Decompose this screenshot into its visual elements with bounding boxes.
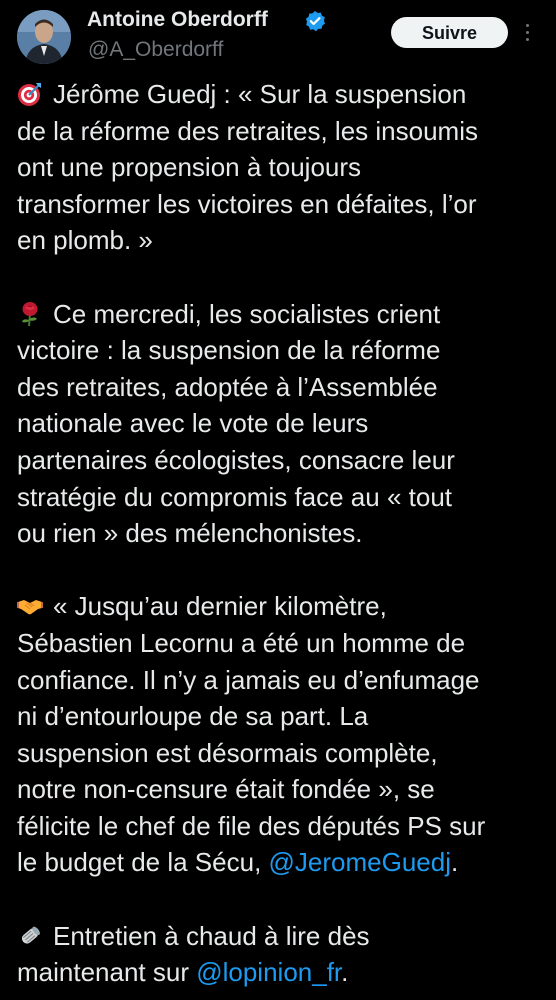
tweet-text-line: « Jusqu’au dernier kilomètre, <box>53 591 387 622</box>
tweet-text-line: suspension est désormais complète, <box>17 737 438 768</box>
tweet-text-line: Jérôme Guedj : « Sur la suspension <box>53 79 467 109</box>
tweet-line: Ce mercredi, les socialistes crient <box>17 296 547 333</box>
tweet-text-line: notre non-censure était fondée », se <box>17 774 435 805</box>
tweet-text-line: des retraites, adoptée à l’Assemblée <box>17 371 438 402</box>
mention-link-lopinion[interactable]: @lopinion_fr <box>196 957 341 987</box>
tweet-text-line: partenaires écologistes, consacre leur <box>17 444 455 475</box>
tweet-text-line: de la réforme des retraites, les insoumi… <box>17 115 478 146</box>
tweet-line: « Jusqu’au dernier kilomètre, <box>17 588 547 625</box>
tweet-text-fragment: maintenant sur <box>17 957 197 988</box>
tweet-text-line: transformer les victoires en défaites, l… <box>17 188 477 219</box>
author-name[interactable]: Antoine Oberdorff <box>87 8 268 32</box>
tweet-text: Jérôme Guedj : « Sur la suspension de la… <box>17 76 547 991</box>
author-avatar[interactable] <box>17 10 71 64</box>
tweet-text-line: stratégie du compromis face au « tout <box>17 481 453 512</box>
handshake-emoji <box>17 593 43 619</box>
tweet-text-line: Sébastien Lecornu a été un homme de <box>17 627 466 658</box>
tweet-text-fragment: . <box>451 847 459 878</box>
tweet-text-line: ou rien » des mélenchonistes. <box>17 518 363 549</box>
tweet-line: le budget de la Sécu, @JeromeGuedj. <box>17 844 547 881</box>
direct-hit-emoji <box>17 81 43 107</box>
rose-emoji <box>17 301 43 327</box>
tweet-text-line: confiance. Il n’y a jamais eu d’enfumage <box>17 664 480 695</box>
tweet-text-line: Ce mercredi, les socialistes crient <box>53 298 441 329</box>
tweet-text-line: Entretien à chaud à lire dès <box>53 920 370 951</box>
tweet-text-line: félicite le chef de file des députés PS … <box>17 810 486 841</box>
tweet-line: maintenant sur @lopinion_fr. <box>17 954 547 991</box>
follow-button[interactable]: Suivre <box>391 17 508 48</box>
author-handle[interactable]: @A_Oberdorff <box>88 38 223 62</box>
mention-link-jeromeguedj[interactable]: @JeromeGuedj <box>269 847 451 877</box>
tweet-text-line: victoire : la suspension de la réforme <box>17 335 441 366</box>
tweet-text-fragment: . <box>341 957 349 988</box>
tweet-text-line: en plomb. » <box>17 225 153 256</box>
tweet-text-line: ni d’entourloupe de sa part. La <box>17 701 369 732</box>
tweet-header: Antoine Oberdorff @A_Oberdorff Suivre <box>0 0 556 70</box>
more-options-icon[interactable] <box>520 21 536 45</box>
tweet-text-fragment: le budget de la Sécu, <box>17 847 269 878</box>
verified-badge-icon <box>304 10 326 32</box>
rolled-newspaper-emoji <box>17 923 43 949</box>
tweet-line: Entretien à chaud à lire dès <box>17 918 547 955</box>
tweet-line: Jérôme Guedj : « Sur la suspension <box>17 76 547 113</box>
tweet-text-line: ont une propension à toujours <box>17 152 362 183</box>
tweet-text-line: nationale avec le vote de leurs <box>17 408 369 439</box>
